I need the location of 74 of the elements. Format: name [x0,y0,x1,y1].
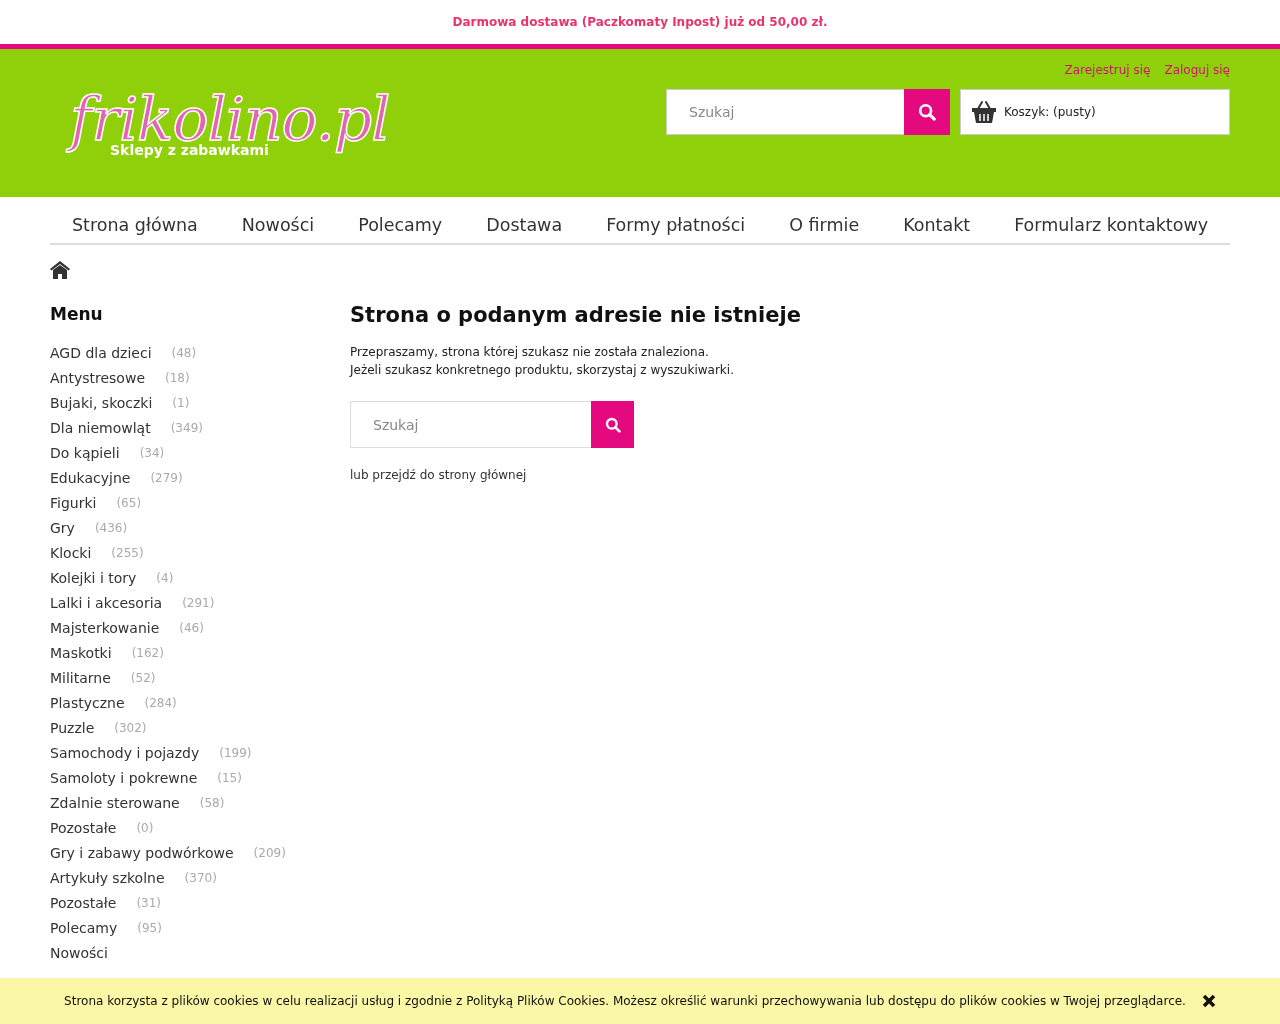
category-link[interactable]: Majsterkowanie [50,619,160,636]
item-count: (291) [182,595,215,610]
search-button[interactable] [591,401,634,448]
category-link[interactable]: Nowości [50,944,108,961]
category-link[interactable]: Pozostałe [50,894,117,911]
category-link[interactable]: Gry i zabawy podwórkowe [50,844,234,861]
item-count: (370) [184,870,217,885]
sidebar-title: Menu [50,304,104,324]
item-count: (15) [217,770,242,785]
category-link[interactable]: Lalki i akcesoria [50,594,163,611]
item-count: (52) [130,670,156,685]
nav-link[interactable]: Nowości [241,215,315,235]
home-link[interactable]: lub przejdź do strony głównej [350,468,527,482]
category-link[interactable]: Figurki [50,494,97,511]
category-link[interactable]: Artykuły szkolne [50,869,165,886]
item-count: (18) [165,370,190,385]
category-link[interactable]: Klocki [50,544,92,561]
item-count: (209) [253,845,286,860]
message-text: Jeżeli szukasz konkretnego produktu, skorzystaj z wyszukiwarki. [350,362,735,379]
item-count: (46) [179,620,204,635]
cart-button[interactable]: Koszyk: (pusty) [960,89,1230,135]
nav-link[interactable]: O firmie [789,215,860,235]
basket-icon [971,100,997,124]
category-link[interactable]: Samoloty i pokrewne [50,769,198,786]
promo-text: Darmowa dostawa (Paczkomaty Inpost) już od 50,00 zł. [452,15,828,29]
category-link[interactable]: Do kąpieli [50,444,120,461]
nav-link[interactable]: Strona główna [72,215,198,235]
item-count: (0) [136,820,154,835]
category-link[interactable]: Polecamy [50,919,118,936]
category-link[interactable]: Antystresowe [50,369,145,386]
category-link[interactable]: Dla niemowląt [50,419,151,436]
category-link[interactable]: Bujaki, skoczki [50,394,153,411]
nav-link[interactable]: Polecamy [358,215,443,235]
item-count: (31) [136,895,162,910]
home-icon[interactable] [50,260,70,279]
category-link[interactable]: Militarne [50,669,111,686]
category-link[interactable]: Kolejki i tory [50,569,137,586]
nav-link[interactable]: Dostawa [486,215,563,235]
item-count: (1) [172,395,190,410]
item-count: (302) [114,720,147,735]
item-count: (4) [156,570,174,585]
item-count: (349) [170,420,203,435]
search-icon [604,416,621,433]
item-count: (34) [139,445,165,460]
category-link[interactable]: Samochody i pojazdy [50,744,200,761]
category-link[interactable]: Edukacyjne [50,469,131,486]
item-count: (48) [171,345,197,360]
item-count: (95) [137,920,162,935]
item-count: (199) [219,745,252,760]
item-count: (436) [94,520,128,535]
message-text: Przepraszamy, strona której szukasz nie została znaleziona. [350,344,710,361]
search-button[interactable] [904,89,950,135]
close-icon[interactable] [1201,994,1216,1008]
item-count: (255) [111,545,144,560]
page-title: Strona o podanym adresie nie istnieje [350,303,801,327]
nav-link[interactable]: Kontakt [903,215,971,235]
category-link[interactable]: Zdalnie sterowane [50,794,180,811]
search-field[interactable]: Szukaj [666,89,904,135]
item-count: (65) [116,495,142,510]
search-field[interactable]: Szukaj [350,401,591,448]
item-count: (279) [150,470,183,485]
category-link[interactable]: Pozostałe [50,819,117,836]
search-icon [918,103,936,121]
item-count: (284) [144,695,177,710]
cookie-notice: Strona korzysta z plików cookies w celu realizacji usług i zgodnie z Polityką Plików Cookies. Możesz określić warunki przechowywania lub dostępu do plików cookies w Twojej przeglądarce. [64,994,1186,1008]
item-count: (162) [131,645,164,660]
category-link[interactable]: Gry [50,519,75,536]
category-link[interactable]: Maskotki [50,644,112,661]
item-count: (58) [199,795,225,810]
category-link[interactable]: Puzzle [50,719,95,736]
nav-link[interactable]: Formy płatności [606,215,746,235]
nav-link[interactable]: Formularz kontaktowy [1014,215,1209,235]
category-link[interactable]: AGD dla dzieci [50,344,152,361]
category-link[interactable]: Plastyczne [50,694,125,711]
